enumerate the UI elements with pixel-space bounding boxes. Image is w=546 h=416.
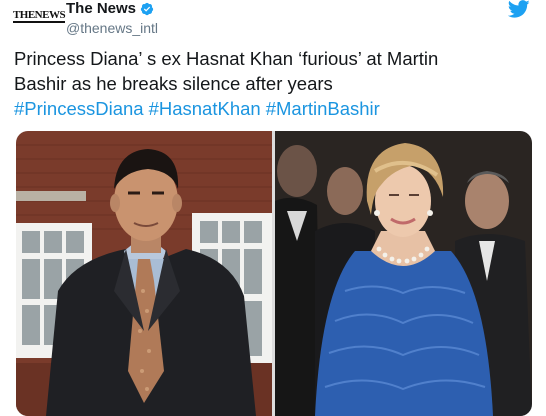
tweet-text-line-2: Bashir as he breaks silence after years — [14, 73, 333, 94]
hashtag-princessdiana[interactable]: #PrincessDiana — [14, 98, 144, 119]
verified-badge-icon — [140, 2, 154, 16]
media-grid — [16, 131, 532, 416]
account-names: The News @thenews_intl — [66, 0, 158, 37]
hasnat-khan-photo[interactable] — [16, 131, 272, 416]
princess-diana-photo[interactable] — [275, 131, 532, 416]
tweet-text: Princess Diana’ s ex Hasnat Khan ‘furiou… — [14, 46, 534, 121]
hashtag-row: #PrincessDiana #HasnatKhan #MartinBashir — [14, 96, 534, 121]
tweet-text-line-1: Princess Diana’ s ex Hasnat Khan ‘furiou… — [14, 48, 439, 69]
handle[interactable]: @thenews_intl — [66, 19, 158, 37]
avatar[interactable]: THENEWS — [12, 2, 66, 30]
princess-diana-image — [275, 131, 532, 416]
tweet-header: THENEWS The News @thenews_intl — [12, 0, 534, 40]
hashtag-martinbashir[interactable]: #MartinBashir — [266, 98, 380, 119]
hasnat-khan-image — [16, 131, 272, 416]
twitter-bird-icon[interactable] — [508, 0, 530, 20]
display-name-row[interactable]: The News — [66, 0, 158, 18]
hashtag-hasnatkhan[interactable]: #HasnatKhan — [149, 98, 261, 119]
avatar-logo-text: THENEWS — [12, 9, 66, 23]
display-name[interactable]: The News — [66, 0, 136, 18]
